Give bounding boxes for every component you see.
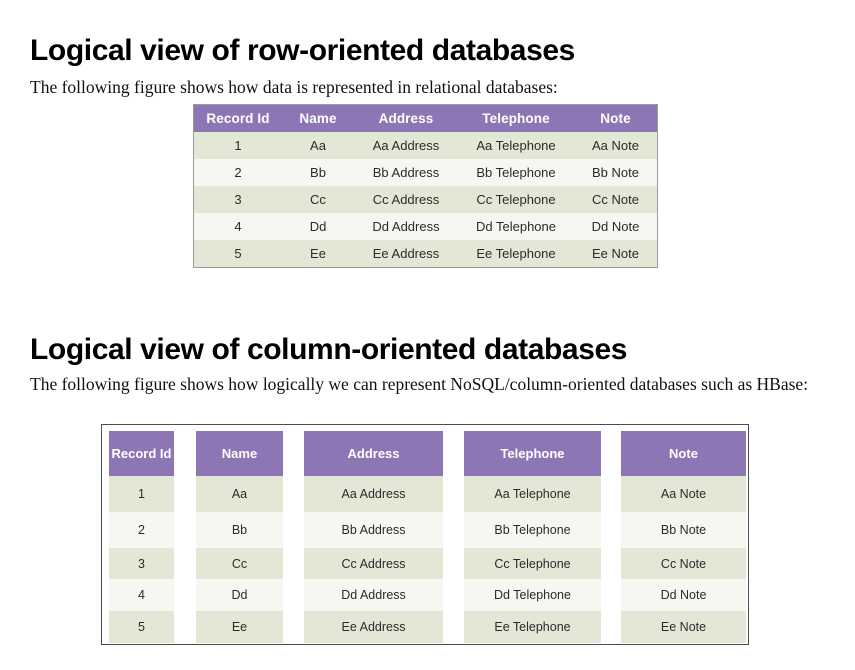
cell-note: Aa Note xyxy=(574,132,657,159)
table-row: 3 Cc Cc Address Cc Telephone Cc Note xyxy=(194,186,657,213)
cell-telephone: Dd Telephone xyxy=(464,579,601,611)
column-block-name: Name Aa Bb Cc Dd Ee xyxy=(196,431,283,643)
cell-note: Bb Note xyxy=(574,159,657,186)
cell-name: Ee xyxy=(196,611,283,643)
column-header-telephone: Telephone xyxy=(458,105,574,132)
cell-note: Bb Note xyxy=(621,512,746,548)
heading-row-oriented: Logical view of row-oriented databases xyxy=(30,34,575,68)
cell-record-id: 3 xyxy=(194,186,282,213)
cell-name: Aa xyxy=(282,132,354,159)
cell-address: Cc Address xyxy=(304,548,443,579)
cell-address: Ee Address xyxy=(304,611,443,643)
column-block-telephone: Telephone Aa Telephone Bb Telephone Cc T… xyxy=(464,431,601,643)
cell-telephone: Cc Telephone xyxy=(464,548,601,579)
cell-note: Ee Note xyxy=(621,611,746,643)
cell-address: Bb Address xyxy=(354,159,458,186)
column-header-note: Note xyxy=(621,431,746,476)
cell-telephone: Ee Telephone xyxy=(464,611,601,643)
document-page: Logical view of row-oriented databases T… xyxy=(0,0,855,670)
column-block-note: Note Aa Note Bb Note Cc Note Dd Note Ee … xyxy=(621,431,746,643)
paragraph-column-oriented: The following figure shows how logically… xyxy=(30,373,809,394)
heading-column-oriented: Logical view of column-oriented database… xyxy=(30,333,628,367)
cell-record-id: 3 xyxy=(109,548,174,579)
cell-note: Ee Note xyxy=(574,240,657,267)
cell-name: Dd xyxy=(196,579,283,611)
column-header-record-id: Record Id xyxy=(194,105,282,132)
cell-address: Ee Address xyxy=(354,240,458,267)
cell-address: Dd Address xyxy=(354,213,458,240)
table-header-row: Record Id Name Address Telephone Note xyxy=(194,105,657,132)
column-block-address: Address Aa Address Bb Address Cc Address… xyxy=(304,431,443,643)
cell-name: Dd xyxy=(282,213,354,240)
cell-record-id: 5 xyxy=(109,611,174,643)
cell-address: Bb Address xyxy=(304,512,443,548)
table-row: 4 Dd Dd Address Dd Telephone Dd Note xyxy=(194,213,657,240)
column-header-note: Note xyxy=(574,105,657,132)
cell-record-id: 2 xyxy=(194,159,282,186)
table-row-oriented: Record Id Name Address Telephone Note 1 … xyxy=(193,104,658,268)
cell-note: Dd Note xyxy=(621,579,746,611)
column-header-name: Name xyxy=(282,105,354,132)
cell-note: Dd Note xyxy=(574,213,657,240)
cell-telephone: Bb Telephone xyxy=(464,512,601,548)
cell-note: Aa Note xyxy=(621,476,746,512)
column-header-record-id: Record Id xyxy=(109,431,174,476)
cell-record-id: 4 xyxy=(194,213,282,240)
column-header-name: Name xyxy=(196,431,283,476)
table-column-oriented: Record Id 1 2 3 4 5 Name Aa Bb Cc Dd Ee … xyxy=(101,424,749,645)
cell-note: Cc Note xyxy=(574,186,657,213)
cell-record-id: 1 xyxy=(194,132,282,159)
cell-note: Cc Note xyxy=(621,548,746,579)
table-row: 2 Bb Bb Address Bb Telephone Bb Note xyxy=(194,159,657,186)
cell-name: Aa xyxy=(196,476,283,512)
cell-name: Bb xyxy=(196,512,283,548)
cell-telephone: Bb Telephone xyxy=(458,159,574,186)
table-row: 1 Aa Aa Address Aa Telephone Aa Note xyxy=(194,132,657,159)
column-header-address: Address xyxy=(354,105,458,132)
cell-record-id: 2 xyxy=(109,512,174,548)
column-header-telephone: Telephone xyxy=(464,431,601,476)
cell-name: Ee xyxy=(282,240,354,267)
cell-name: Cc xyxy=(282,186,354,213)
cell-record-id: 5 xyxy=(194,240,282,267)
column-block-record-id: Record Id 1 2 3 4 5 xyxy=(109,431,174,643)
column-header-address: Address xyxy=(304,431,443,476)
cell-telephone: Dd Telephone xyxy=(458,213,574,240)
table-row: 5 Ee Ee Address Ee Telephone Ee Note xyxy=(194,240,657,267)
column-block-container: Record Id 1 2 3 4 5 Name Aa Bb Cc Dd Ee … xyxy=(102,425,748,644)
paragraph-row-oriented: The following figure shows how data is r… xyxy=(30,76,558,97)
cell-name: Cc xyxy=(196,548,283,579)
row-oriented-grid: Record Id Name Address Telephone Note 1 … xyxy=(194,105,657,267)
cell-record-id: 4 xyxy=(109,579,174,611)
cell-name: Bb xyxy=(282,159,354,186)
cell-telephone: Aa Telephone xyxy=(464,476,601,512)
cell-address: Dd Address xyxy=(304,579,443,611)
cell-telephone: Cc Telephone xyxy=(458,186,574,213)
cell-record-id: 1 xyxy=(109,476,174,512)
cell-telephone: Ee Telephone xyxy=(458,240,574,267)
cell-address: Aa Address xyxy=(304,476,443,512)
cell-telephone: Aa Telephone xyxy=(458,132,574,159)
cell-address: Aa Address xyxy=(354,132,458,159)
cell-address: Cc Address xyxy=(354,186,458,213)
